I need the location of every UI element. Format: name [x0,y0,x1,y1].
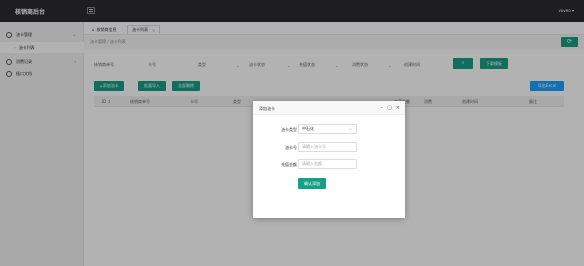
amount-input[interactable]: 请输入金额 [298,159,357,169]
minimize-icon[interactable]: – [381,105,384,111]
card-type-label: 油卡类型 [281,127,297,132]
card-no-label: 油卡号 [285,145,297,150]
card-type-select[interactable]: 中石化 ⌄ [298,124,357,134]
dialog-header: 添加油卡 – ▢ × [253,101,405,115]
card-type-row: 油卡类型 中石化 ⌄ [253,124,405,134]
card-no-row: 油卡号 请输入油卡号 [253,142,405,152]
maximize-icon[interactable]: ▢ [387,105,392,111]
card-no-input[interactable]: 请输入油卡号 [298,142,357,152]
chevron-down-icon: ⌄ [348,126,352,131]
add-card-dialog: 添加油卡 – ▢ × 油卡类型 中石化 ⌄ 油卡号 请输入油卡号 充值金额 请输… [253,101,405,218]
amount-row: 充值金额 请输入金额 [253,159,405,169]
dialog-title: 添加油卡 [259,106,275,111]
amount-label: 充值金额 [281,162,297,167]
close-icon[interactable]: × [396,105,400,111]
confirm-add-button[interactable]: 确认添加 [298,178,326,189]
